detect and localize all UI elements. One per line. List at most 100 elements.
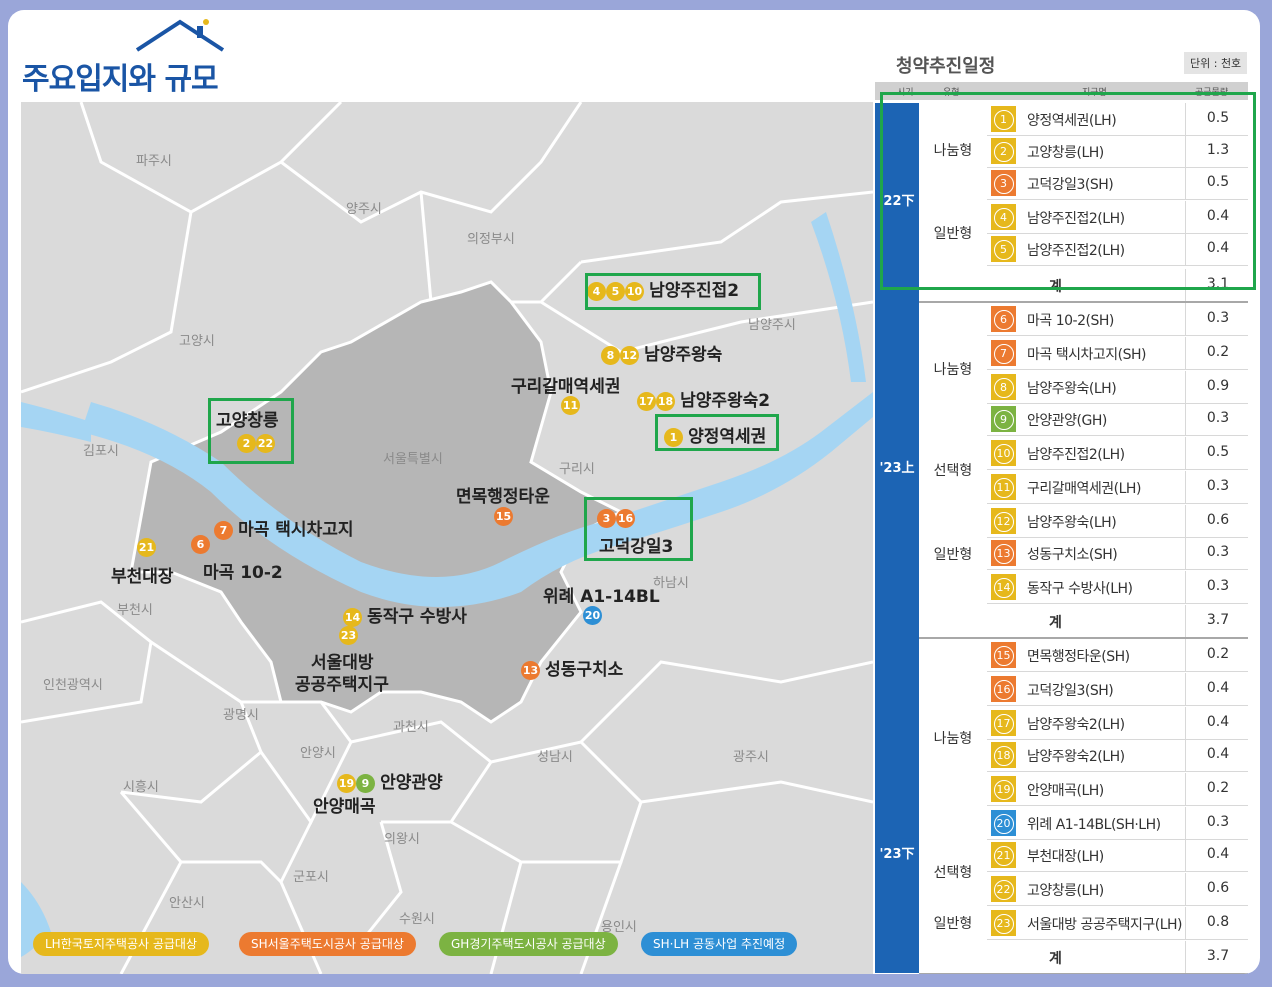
- site-marker[interactable]: 11: [561, 396, 580, 415]
- district-name: 남양주왕숙2(LH): [1027, 749, 1125, 765]
- supply-value: 0.3: [1206, 814, 1230, 830]
- district-name: 성동구치소(SH): [1027, 547, 1118, 563]
- place-label: 김포시: [83, 444, 119, 459]
- sum-value: 3.7: [1206, 612, 1230, 628]
- page-title: 주요입지와 규모: [22, 62, 219, 97]
- place-label: 군포시: [293, 870, 329, 885]
- highlight-box: [655, 414, 779, 451]
- highlight-box: [208, 398, 294, 464]
- highlight-box: [880, 92, 1256, 290]
- site-magok-taxi[interactable]: 7 마곡 택시차고지: [214, 515, 354, 540]
- place-label: 서울특별시: [383, 452, 443, 467]
- supply-value: 0.3: [1206, 310, 1230, 326]
- site-name: 동작구 수방사: [367, 607, 467, 627]
- district-name: 마곡 10-2(SH): [1027, 313, 1114, 329]
- region-map: 파주시 양주시 의정부시 남양주시 고양시 김포시 서울특별시 구리시 하남시 …: [21, 102, 873, 974]
- supply-value: 0.2: [1206, 780, 1230, 796]
- table-row: 14 동작구 수방사(LH) 0.3: [987, 571, 1248, 604]
- supply-value: 0.5: [1206, 444, 1230, 460]
- supply-value: 0.6: [1206, 512, 1230, 528]
- place-label: 시흥시: [123, 780, 159, 795]
- house-roof-icon: [135, 19, 225, 52]
- site-dongjak[interactable]: 14 동작구 수방사: [343, 602, 467, 627]
- highlight-box: [585, 273, 761, 310]
- table-row: 23 서울대방 공공주택지구(LH) 0.8: [987, 907, 1248, 940]
- district-name: 동작구 수방사(LH): [1027, 581, 1133, 597]
- table-row: 21 부천대장(LH) 0.4: [987, 839, 1248, 872]
- row-number-badge: 22: [991, 876, 1016, 902]
- site-name-daebang-sub: 공공주택지구: [295, 675, 389, 695]
- site-name-guri: 구리갈매역세권: [511, 377, 621, 397]
- row-number: 22: [993, 880, 1014, 900]
- supply-value: 0.9: [1206, 378, 1230, 394]
- place-label: 부천시: [117, 603, 153, 618]
- site-name-myeonmok: 면목행정타운: [456, 487, 550, 507]
- site-marker: 19: [337, 774, 356, 793]
- row-number-badge: 20: [991, 810, 1016, 836]
- district-name: 안양매곡(LH): [1027, 783, 1104, 799]
- supply-value: 0.3: [1206, 544, 1230, 560]
- supply-value: 0.2: [1206, 344, 1230, 360]
- supply-value: 0.3: [1206, 410, 1230, 426]
- site-marker[interactable]: 6: [191, 535, 210, 554]
- supply-value: 0.3: [1206, 578, 1230, 594]
- row-number-badge: 14: [991, 574, 1016, 600]
- table-row: 12 남양주왕숙(LH) 0.6: [987, 505, 1248, 538]
- site-marker: 18: [656, 392, 675, 411]
- site-seongdong[interactable]: 13 성동구치소: [521, 655, 623, 680]
- row-number-badge: 19: [991, 776, 1016, 802]
- row-number: 23: [993, 914, 1014, 934]
- place-label: 고양시: [179, 334, 215, 349]
- place-label: 안산시: [169, 896, 205, 911]
- sum-label: 계: [1049, 951, 1062, 967]
- row-number-badge: 8: [991, 374, 1016, 400]
- place-label: 파주시: [136, 154, 172, 169]
- site-marker: 17: [637, 392, 656, 411]
- table-row: 20 위례 A1-14BL(SH·LH) 0.3: [987, 807, 1248, 840]
- site-marker: 13: [521, 661, 540, 680]
- row-number-badge: 12: [991, 508, 1016, 534]
- site-marker: 14: [343, 608, 362, 627]
- site-marker[interactable]: 20: [583, 606, 602, 625]
- place-label: 의정부시: [467, 232, 515, 247]
- type-cell: 일반형: [919, 907, 987, 941]
- table-row: 9 안양관양(GH) 0.3: [987, 403, 1248, 436]
- type-cell: 나눔형: [919, 303, 987, 437]
- district-name: 구리갈매역세권(LH): [1027, 481, 1141, 497]
- site-namyangju-wangsuk[interactable]: 8 12 남양주왕숙: [601, 340, 722, 365]
- supply-value: 0.6: [1206, 880, 1230, 896]
- table-row: 13 성동구치소(SH) 0.3: [987, 537, 1248, 570]
- table-row: 8 남양주왕숙(LH) 0.9: [987, 371, 1248, 404]
- row-number: 6: [993, 310, 1014, 330]
- row-number: 12: [993, 512, 1014, 532]
- site-marker[interactable]: 15: [494, 507, 513, 526]
- supply-value: 0.4: [1206, 846, 1230, 862]
- type-cell: 일반형: [919, 505, 987, 605]
- period-cell: '23下: [875, 637, 919, 973]
- site-marker[interactable]: 21: [137, 538, 156, 557]
- site-name-bucheon: 부천대장: [111, 567, 174, 587]
- table-row: 11 구리갈매역세권(LH) 0.3: [987, 471, 1248, 504]
- site-marker[interactable]: 23: [339, 626, 358, 645]
- site-anyang-gwanyang[interactable]: 19 9 안양관양: [337, 768, 443, 793]
- place-label: 의왕시: [384, 832, 420, 847]
- legend-gh: GH경기주택도시공사 공급대상: [439, 932, 618, 956]
- row-number: 14: [993, 578, 1014, 598]
- row-number: 15: [993, 646, 1014, 666]
- district-name: 부천대장(LH): [1027, 849, 1104, 865]
- legend-shlh: SH·LH 공동사업 추진예정: [641, 932, 798, 956]
- row-number-badge: 17: [991, 710, 1016, 736]
- unit-label: 단위 : 천호: [1184, 52, 1248, 74]
- infographic-card: 주요입지와 규모 파주시 양주시 의정부시 남양주시 고양시 김포시 서울특별시…: [8, 10, 1260, 974]
- row-number: 21: [993, 846, 1014, 866]
- row-number-badge: 6: [991, 306, 1016, 332]
- site-namyangju-wangsuk2[interactable]: 17 18 남양주왕숙2: [637, 386, 770, 411]
- district-name: 면목행정타운(SH): [1027, 649, 1130, 665]
- district-name: 남양주진접2(LH): [1027, 447, 1125, 463]
- site-name-magok: 마곡 10-2: [203, 563, 283, 583]
- type-cell: 나눔형: [919, 639, 987, 839]
- row-number-badge: 21: [991, 842, 1016, 868]
- row-number: 19: [993, 780, 1014, 800]
- row-number-badge: 9: [991, 406, 1016, 432]
- place-label: 양주시: [346, 202, 382, 217]
